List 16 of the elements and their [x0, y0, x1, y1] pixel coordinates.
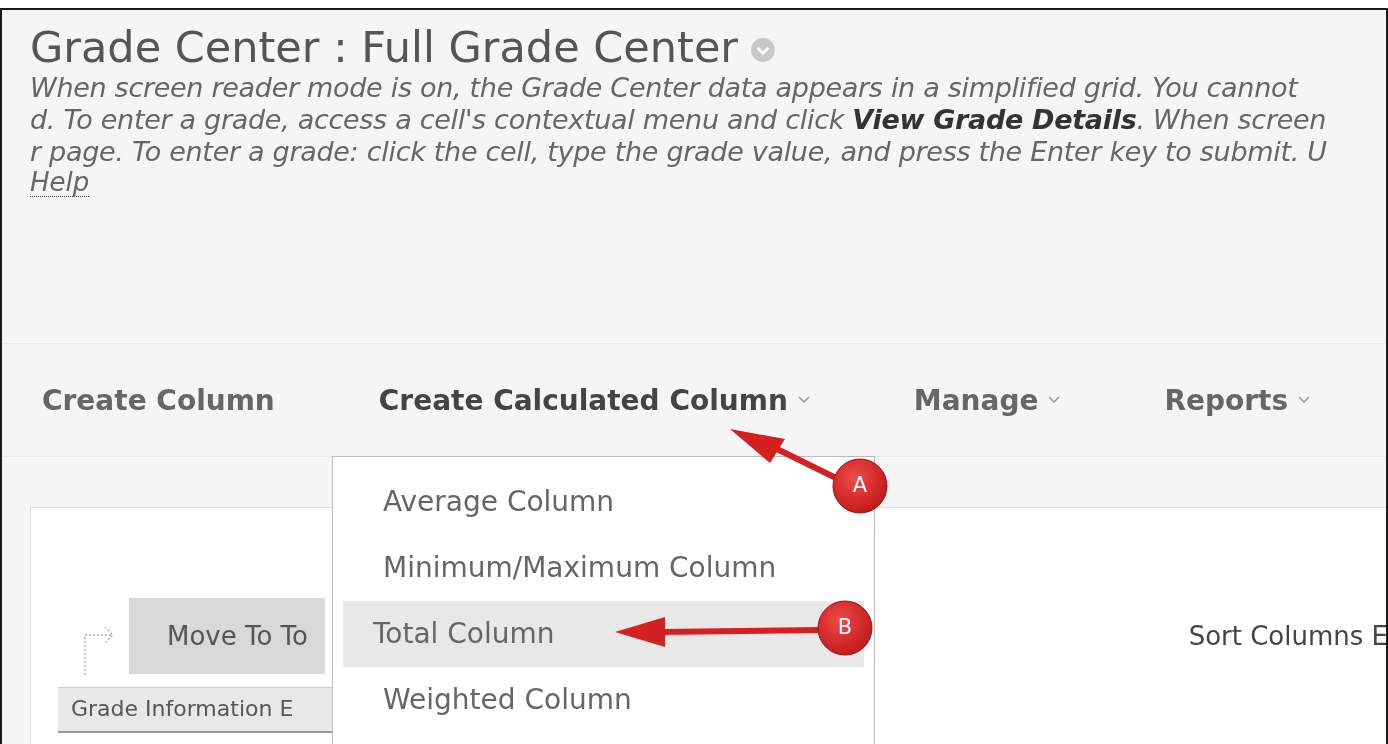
chevron-down-icon[interactable]	[750, 37, 776, 63]
toolbar-menu-button[interactable]: Create Column	[26, 377, 291, 423]
sort-columns-label: Sort Columns E	[1188, 621, 1386, 651]
toolbar-menu-button[interactable]: Reports	[1148, 377, 1327, 423]
move-to-top-button[interactable]: Move To To	[129, 598, 325, 674]
description-text: When screen reader mode is on, the Grade Center data appears in a simplified grid. You cannot	[30, 72, 1300, 104]
description-text: d. To enter a grade, access a cell's contextual menu and click View Grade Details. When screen	[30, 104, 1328, 136]
help-link[interactable]: Help	[30, 168, 90, 197]
description-text: r page. To enter a grade: click the cell, type the grade value, and press the Enter key to submit. U	[30, 136, 1328, 168]
annotation-label: B	[836, 615, 854, 639]
annotation-label: A	[851, 473, 869, 497]
menu-item[interactable]: Average Column	[343, 469, 619, 535]
page-title: Grade Center : Full Grade Center	[30, 22, 738, 72]
toolbar-menu-button[interactable]: Manage	[897, 377, 1077, 423]
menu-item[interactable]: Minimum/Maximum Column	[343, 535, 781, 601]
toolbar-menu-button[interactable]: Create Calculated Column	[362, 377, 826, 423]
